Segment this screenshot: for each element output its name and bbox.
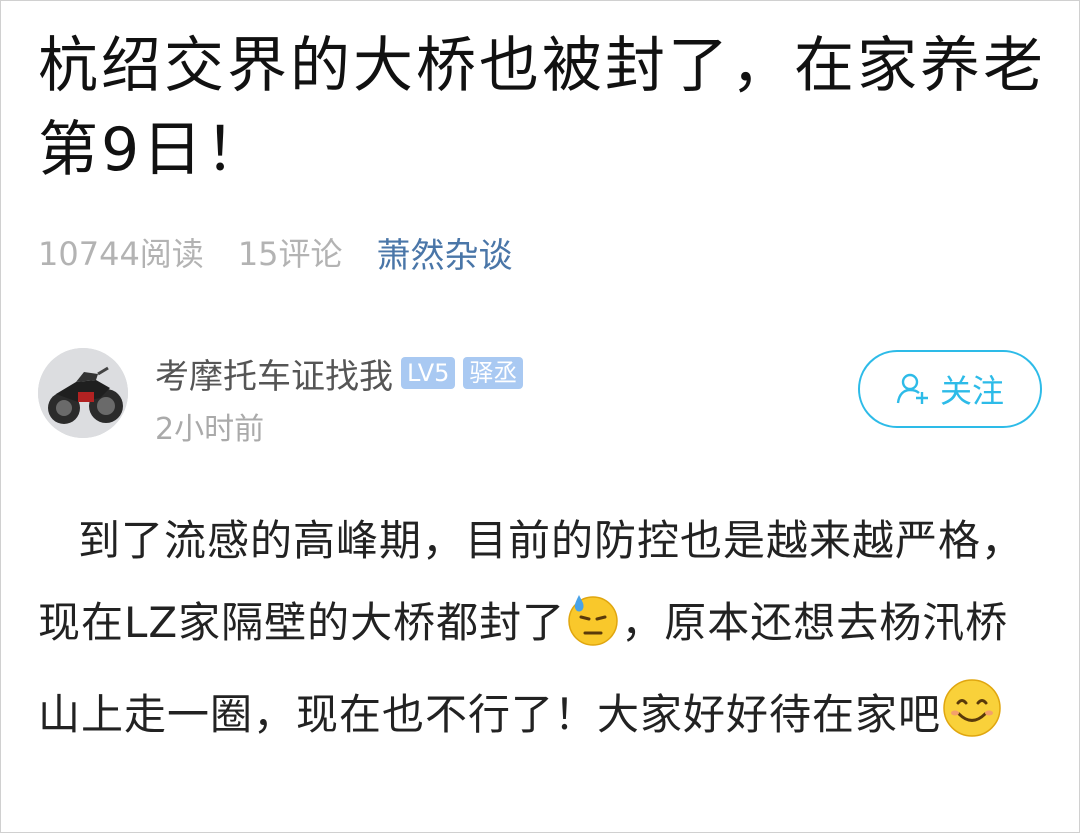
follow-button[interactable]: 关注 (858, 350, 1042, 428)
read-count: 10744阅读 (38, 235, 204, 273)
column-link[interactable]: 萧然杂谈 (377, 228, 513, 277)
author-row: 考摩托车证找我 LV5 驿丞 2小时前 关注 (38, 346, 1048, 447)
add-user-icon (896, 373, 928, 404)
level-badge: LV5 (401, 357, 456, 389)
comment-count[interactable]: 15评论 (238, 229, 343, 275)
post-content: 到了流感的高峰期，目前的防控也是越来越严格，现在LZ家隔壁的大桥都封了 ，原本还想… (38, 500, 1048, 766)
follow-label: 关注 (939, 372, 1004, 410)
sweat-face-icon (565, 591, 621, 674)
motorcycle-avatar-image (38, 348, 128, 438)
post-time: 2小时前 (155, 412, 265, 447)
author-info: 考摩托车证找我 LV5 驿丞 (155, 348, 524, 398)
role-badge: 驿丞 (463, 357, 524, 389)
post-title: 杭绍交界的大桥也被封了，在家养老第9日！ (38, 31, 1046, 185)
avatar[interactable] (38, 348, 128, 438)
post-meta: 10744阅读 15评论 萧然杂谈 (38, 228, 513, 276)
smile-face-icon (941, 677, 1003, 766)
author-name[interactable]: 考摩托车证找我 (155, 349, 393, 398)
